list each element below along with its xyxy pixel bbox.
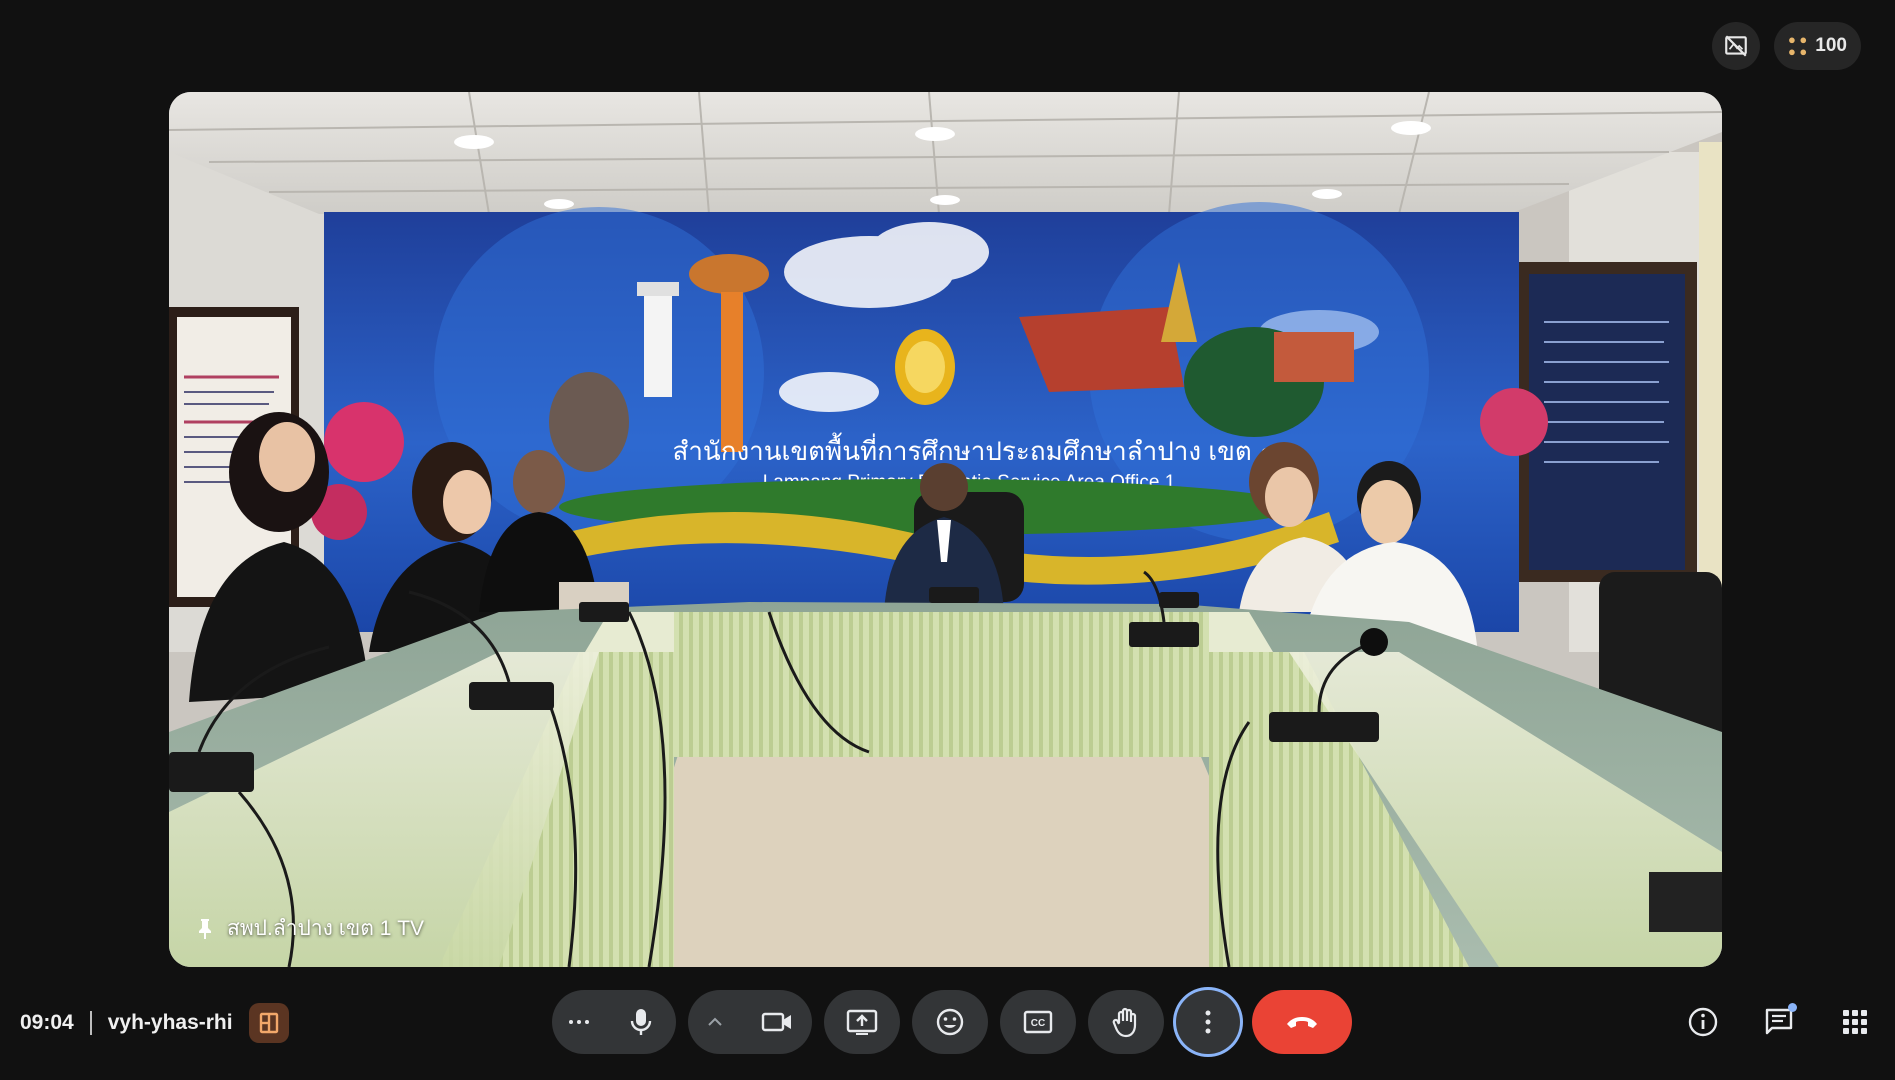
camera-control-group xyxy=(688,990,812,1054)
chevron-up-icon xyxy=(708,1017,722,1026)
no-paint-button[interactable] xyxy=(1711,22,1760,70)
camera-options-button[interactable] xyxy=(688,990,742,1054)
mic-button[interactable] xyxy=(606,990,676,1054)
leave-call-button[interactable] xyxy=(1252,990,1352,1054)
reactions-icon: ● ● ● ● xyxy=(1787,32,1808,59)
camera-button[interactable] xyxy=(742,990,812,1054)
meet-window: ● ● ● ● 100 สำนักงานเขตพื้นที่การศึกษาปร… xyxy=(0,0,1895,1080)
reactions-button[interactable] xyxy=(912,990,988,1054)
meeting-code: vyh-yhas-rhi xyxy=(107,1011,233,1034)
emoji-icon xyxy=(936,1008,964,1036)
meeting-details-button[interactable] xyxy=(1683,1000,1723,1044)
reactions-counter[interactable]: ● ● ● ● 100 xyxy=(1773,22,1861,70)
meeting-details: 09:04 vyh-yhas-rhi xyxy=(20,1002,289,1044)
svg-text:CC: CC xyxy=(1031,1018,1045,1029)
more-audio-options-button[interactable] xyxy=(552,990,606,1054)
present-screen-icon xyxy=(846,1009,878,1035)
mic-control-group xyxy=(552,990,676,1054)
chat-notification-dot xyxy=(1788,1003,1797,1012)
top-right-indicators: ● ● ● ● 100 xyxy=(1711,22,1861,70)
reactions-count: 100 xyxy=(1815,35,1847,56)
meeting-time: 09:04 xyxy=(20,1011,74,1034)
chat-button[interactable] xyxy=(1759,1000,1799,1044)
more-options-button[interactable] xyxy=(1176,990,1240,1054)
more-vert-icon xyxy=(1205,1010,1211,1034)
camera-icon xyxy=(761,1012,791,1032)
participant-label: สพป.ลำปาง เขต 1 TV xyxy=(197,912,424,945)
call-controls: CC xyxy=(552,990,1352,1054)
present-screen-button[interactable] xyxy=(824,990,900,1054)
raise-hand-button[interactable] xyxy=(1088,990,1164,1054)
details-separator xyxy=(89,1011,92,1035)
info-icon xyxy=(1688,1007,1718,1037)
host-controls-icon xyxy=(259,1012,278,1034)
mic-icon xyxy=(630,1009,652,1035)
activities-button[interactable] xyxy=(1835,1000,1875,1044)
raise-hand-icon xyxy=(1112,1007,1137,1038)
pin-icon[interactable] xyxy=(197,918,213,940)
participant-video-tile[interactable]: สำนักงานเขตพื้นที่การศึกษาประถมศึกษาลำปา… xyxy=(169,92,1722,967)
captions-icon: CC xyxy=(1023,1010,1053,1034)
video-frame: สำนักงานเขตพื้นที่การศึกษาประถมศึกษาลำปา… xyxy=(169,92,1722,967)
participant-name: สพป.ลำปาง เขต 1 TV xyxy=(227,917,425,940)
banner-thai-text: สำนักงานเขตพื้นที่การศึกษาประถมศึกษาลำปา… xyxy=(672,432,1275,466)
apps-icon xyxy=(1843,1010,1867,1034)
end-call-icon xyxy=(1287,1017,1317,1028)
host-controls-button[interactable] xyxy=(248,1003,289,1043)
no-paint-icon xyxy=(1725,35,1747,57)
captions-button[interactable]: CC xyxy=(1000,990,1076,1054)
more-horiz-icon xyxy=(569,1020,589,1024)
side-panel-controls xyxy=(1683,1000,1875,1044)
